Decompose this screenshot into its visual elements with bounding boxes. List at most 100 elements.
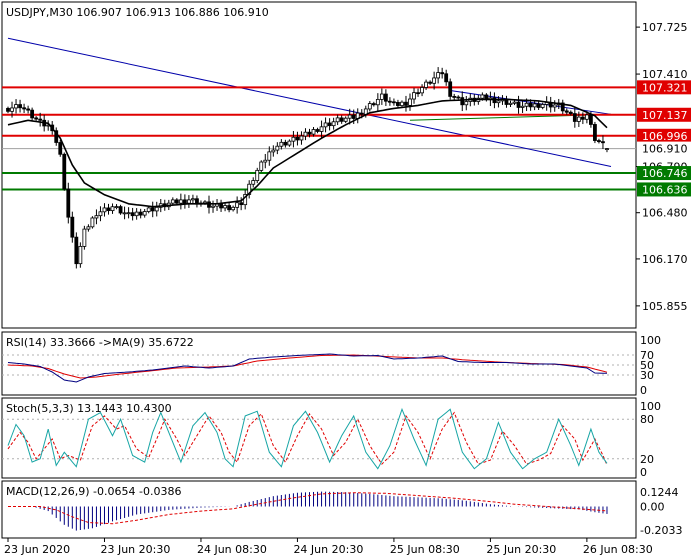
candle-body: [408, 98, 412, 106]
candle-body: [78, 245, 83, 265]
candle-body: [315, 129, 320, 132]
candle-body: [114, 206, 119, 208]
candle-body: [564, 110, 569, 113]
candle-body: [456, 96, 461, 99]
candle-body: [576, 116, 581, 122]
candle-body: [191, 198, 195, 201]
candle-body: [219, 203, 223, 209]
support-level-label: 106.636: [642, 183, 688, 196]
candle-body: [331, 121, 336, 127]
candle-body: [464, 101, 469, 106]
candle-body: [375, 99, 380, 106]
candle-body: [428, 81, 433, 84]
candle-body: [524, 102, 529, 107]
candle-body: [227, 205, 232, 211]
candle-body: [14, 104, 18, 109]
candle-body: [540, 104, 545, 108]
candle-body: [170, 199, 175, 204]
candle-body: [303, 131, 308, 137]
chart-canvas[interactable]: 107.725107.410106.790106.480106.170105.8…: [0, 0, 700, 560]
candle-body: [516, 101, 521, 108]
candle-body: [94, 215, 99, 219]
candle-body: [263, 159, 268, 163]
candle-body: [536, 103, 541, 108]
candle-body: [130, 212, 135, 217]
candle-body: [448, 81, 453, 97]
candle-body: [142, 211, 147, 216]
candle-body: [178, 199, 183, 204]
candle-body: [283, 141, 288, 146]
candle-body: [26, 108, 31, 111]
time-tick-label: 23 Jun 2020: [4, 543, 70, 556]
price-tick-label: 106.480: [642, 207, 688, 220]
candle-body: [323, 122, 328, 128]
candle-body: [412, 92, 416, 100]
candle-body: [255, 169, 260, 181]
candle-body: [436, 72, 441, 79]
chart-header: USDJPY,M30 106.907 106.913 106.886 106.9…: [6, 6, 269, 19]
candle-body: [58, 142, 63, 155]
stoch-level-label: 20: [640, 453, 654, 466]
candle-body: [251, 180, 256, 185]
candle-body: [589, 114, 593, 125]
time-tick-label: 24 Jun 08:30: [197, 543, 267, 556]
time-tick-label: 25 Jun 20:30: [486, 543, 556, 556]
stoch-level-label: 80: [640, 413, 654, 426]
candle-body: [416, 92, 420, 95]
candle-body: [70, 216, 75, 238]
candle-body: [335, 117, 340, 123]
candle-body: [287, 140, 292, 146]
candle-body: [367, 103, 372, 110]
candle-body: [532, 103, 537, 108]
rsi-header: RSI(14) 33.3666 ->MA(9) 35.6722: [6, 336, 194, 349]
candle-body: [528, 102, 533, 108]
candle-body: [327, 122, 332, 127]
time-tick-label: 24 Jun 20:30: [293, 543, 363, 556]
candle-body: [275, 145, 280, 151]
candle-body: [98, 211, 103, 217]
candle-body: [496, 100, 501, 104]
macd-header: MACD(12,26,9) -0.0654 -0.0386: [6, 485, 181, 498]
candle-body: [279, 141, 284, 147]
candle-body: [392, 101, 396, 104]
candle-body: [311, 129, 316, 135]
candle-body: [347, 114, 352, 119]
candle-body: [154, 206, 159, 212]
stoch-level-label: 100: [640, 400, 661, 413]
candle-body: [444, 73, 449, 83]
candle-body: [343, 117, 348, 122]
candle-body: [106, 207, 111, 212]
candle-body: [118, 206, 123, 214]
candle-body: [122, 212, 127, 215]
price-tick-label: 107.725: [642, 21, 688, 34]
time-tick-label: 25 Jun 08:30: [390, 543, 460, 556]
candle-body: [102, 207, 107, 213]
terminal-window: 107.725107.410106.790106.480106.170105.8…: [0, 0, 700, 560]
macd-level-label: 0.00: [640, 500, 665, 513]
candle-body: [295, 136, 300, 141]
stoch-header: Stoch(5,3,3) 13.1443 10.4300: [6, 402, 172, 415]
candle-body: [235, 202, 240, 208]
candle-body: [291, 136, 296, 142]
candle-body: [134, 211, 139, 217]
candle-body: [18, 104, 22, 109]
macd-level-label: -0.2033: [640, 524, 682, 537]
time-axis: 23 Jun 2020 23 Jun 20:30 24 Jun 08:30 24 Ju…: [4, 538, 653, 556]
candle-body: [424, 81, 428, 88]
candle-body: [396, 101, 400, 106]
candle-body: [66, 188, 71, 218]
candle-body: [512, 101, 517, 104]
candle-body: [38, 118, 43, 121]
candle-body: [174, 199, 179, 204]
candle-body: [440, 72, 445, 75]
candle-body: [452, 96, 457, 98]
candle-body: [432, 77, 437, 84]
candle-body: [223, 205, 227, 209]
candle-body: [82, 228, 87, 247]
candle-body: [126, 212, 131, 215]
candle-body: [211, 205, 215, 208]
candle-body: [460, 97, 465, 106]
candle-body: [203, 201, 207, 204]
candle-body: [601, 141, 605, 144]
current-price-label: 106.910: [642, 143, 688, 156]
